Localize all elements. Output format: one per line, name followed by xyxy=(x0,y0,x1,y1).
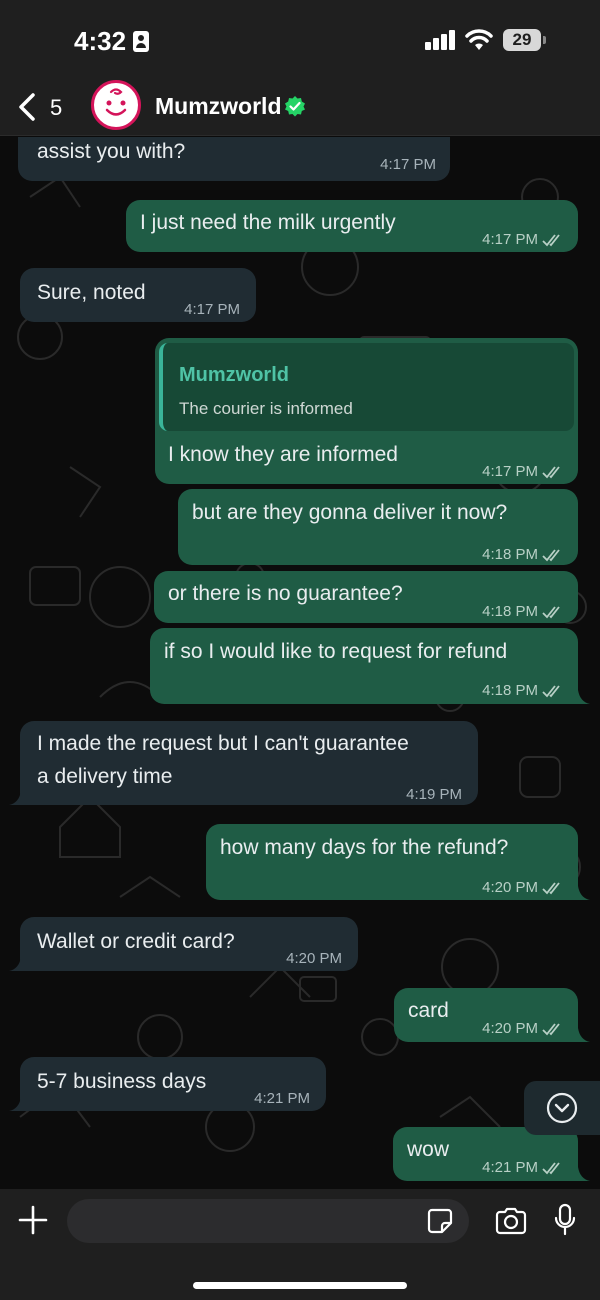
double-check-icon xyxy=(542,606,560,619)
message-time: 4:20 PM xyxy=(482,879,538,896)
message-time: 4:20 PM xyxy=(286,950,342,967)
message-time: 4:17 PM xyxy=(380,156,436,173)
message-time: 4:17 PM xyxy=(482,231,538,248)
sticker-icon[interactable] xyxy=(426,1207,454,1235)
message-text: I made the request but I can't guarantee xyxy=(37,732,409,755)
chevron-left-icon xyxy=(19,93,35,121)
status-time: 4:32 xyxy=(74,26,127,56)
double-check-icon xyxy=(542,685,560,698)
message-meta: 4:21 PM xyxy=(254,1083,310,1115)
message-bubble-outgoing[interactable]: but are they gonna deliver it now? 4:18 … xyxy=(178,489,578,565)
bubble-tail xyxy=(9,791,21,805)
message-bubble-outgoing[interactable]: Mumzworld The courier is informed I know… xyxy=(155,338,578,484)
chevron-down-circle-icon xyxy=(546,1092,578,1124)
double-check-icon xyxy=(542,466,560,479)
message-meta: 4:17 PM xyxy=(482,456,564,488)
double-check-icon xyxy=(542,1023,560,1036)
message-time: 4:17 PM xyxy=(482,463,538,480)
double-check-icon xyxy=(542,882,560,895)
cellular-signal-icon xyxy=(425,30,457,50)
message-time: 4:21 PM xyxy=(254,1090,310,1107)
message-meta: 4:20 PM xyxy=(482,872,564,904)
contact-card-icon xyxy=(133,31,149,52)
camera-icon[interactable] xyxy=(494,1206,528,1236)
message-bubble-outgoing[interactable]: or there is no guarantee? 4:18 PM xyxy=(154,571,578,623)
message-meta: 4:21 PM xyxy=(482,1152,564,1184)
quoted-sender: Mumzworld xyxy=(179,364,289,386)
quoted-message[interactable]: Mumzworld The courier is informed xyxy=(159,343,574,431)
message-time: 4:18 PM xyxy=(482,603,538,620)
double-check-icon xyxy=(542,234,560,247)
message-text: or there is no guarantee? xyxy=(168,582,403,605)
message-bubble-incoming[interactable]: assist you with? 4:17 PM xyxy=(18,137,450,181)
quoted-text: The courier is informed xyxy=(179,399,353,418)
message-text: how many days for the refund? xyxy=(220,836,509,859)
message-meta: 4:18 PM xyxy=(482,539,564,571)
home-indicator[interactable] xyxy=(193,1282,407,1289)
bubble-tail xyxy=(578,886,590,900)
message-text: if so I would like to request for refund xyxy=(164,640,508,663)
message-text: Sure, noted xyxy=(37,281,146,304)
message-meta: 4:19 PM xyxy=(406,779,462,811)
message-time: 4:21 PM xyxy=(482,1159,538,1176)
message-bubble-incoming[interactable]: Sure, noted 4:17 PM xyxy=(20,268,256,322)
message-bubble-incoming[interactable]: Wallet or credit card? 4:20 PM xyxy=(20,917,358,971)
message-text: Wallet or credit card? xyxy=(37,930,235,953)
bubble-tail xyxy=(578,690,590,704)
avatar[interactable] xyxy=(91,80,141,130)
message-meta: 4:20 PM xyxy=(286,943,342,975)
message-time: 4:20 PM xyxy=(482,1020,538,1037)
message-text: wow xyxy=(407,1138,450,1161)
wifi-icon xyxy=(465,29,493,50)
chat-header: 5 Mumzworld xyxy=(0,80,600,136)
message-input[interactable] xyxy=(67,1199,469,1243)
message-text: I know they are informed xyxy=(168,443,398,466)
bubble-tail xyxy=(578,1028,590,1042)
double-check-icon xyxy=(542,1162,560,1175)
message-text: a delivery time xyxy=(37,765,173,788)
status-bar: 4:32 29 xyxy=(0,0,600,80)
message-text: 5-7 business days xyxy=(37,1070,207,1093)
message-bubble-outgoing[interactable]: I just need the milk urgently 4:17 PM xyxy=(126,200,578,252)
mumzworld-logo-icon xyxy=(105,88,127,116)
message-time: 4:18 PM xyxy=(482,682,538,699)
message-time: 4:17 PM xyxy=(184,301,240,318)
message-meta: 4:17 PM xyxy=(380,149,436,181)
microphone-icon[interactable] xyxy=(553,1203,577,1237)
message-bubble-incoming[interactable]: I made the request but I can't guarantee… xyxy=(20,721,478,805)
message-text: card xyxy=(408,999,449,1022)
message-time: 4:18 PM xyxy=(482,546,538,563)
battery-icon: 29 xyxy=(503,29,546,51)
message-meta: 4:18 PM xyxy=(482,596,564,628)
double-check-icon xyxy=(542,549,560,562)
message-text: but are they gonna deliver it now? xyxy=(192,501,508,524)
bubble-tail xyxy=(578,1167,590,1181)
bubble-tail xyxy=(9,957,21,971)
unread-chat-count: 5 xyxy=(50,95,63,120)
message-bubble-incoming[interactable]: 5-7 business days 4:21 PM xyxy=(20,1057,326,1111)
message-meta: 4:17 PM xyxy=(184,294,240,326)
bubble-tail xyxy=(9,1097,21,1111)
message-meta: 4:18 PM xyxy=(482,675,564,707)
plus-icon[interactable] xyxy=(18,1205,48,1235)
scroll-to-bottom-button[interactable] xyxy=(524,1081,600,1135)
verified-badge-icon xyxy=(285,96,305,117)
message-composer xyxy=(0,1189,600,1300)
back-button[interactable]: 5 xyxy=(14,86,74,130)
message-meta: 4:17 PM xyxy=(482,224,564,256)
message-bubble-outgoing[interactable]: wow 4:21 PM xyxy=(393,1127,578,1181)
message-bubble-outgoing[interactable]: card 4:20 PM xyxy=(394,988,578,1042)
message-meta: 4:20 PM xyxy=(482,1013,564,1045)
contact-name[interactable]: Mumzworld xyxy=(155,93,282,120)
message-bubble-outgoing[interactable]: if so I would like to request for refund… xyxy=(150,628,578,704)
message-text: I just need the milk urgently xyxy=(140,211,396,234)
message-time: 4:19 PM xyxy=(406,786,462,803)
chat-area[interactable]: assist you with? 4:17 PM I just need the… xyxy=(0,137,600,1189)
message-text: assist you with? xyxy=(37,140,186,163)
message-bubble-outgoing[interactable]: how many days for the refund? 4:20 PM xyxy=(206,824,578,900)
